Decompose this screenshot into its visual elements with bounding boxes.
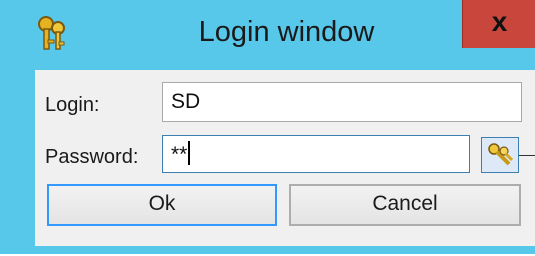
password-label: Password: bbox=[45, 146, 139, 168]
login-label: Login: bbox=[45, 94, 100, 116]
window-title: Login window bbox=[198, 16, 375, 48]
password-input[interactable]: ** bbox=[162, 135, 470, 173]
callout-line bbox=[519, 155, 535, 156]
login-input[interactable]: SD bbox=[162, 82, 522, 122]
login-window: Login window x Login: SD Password: ** Ok… bbox=[0, 0, 535, 254]
keys-icon bbox=[482, 143, 518, 176]
close-button[interactable]: x bbox=[462, 0, 535, 48]
text-caret bbox=[188, 141, 191, 165]
show-password-button[interactable] bbox=[481, 137, 519, 173]
login-input-value: SD bbox=[171, 90, 201, 113]
password-input-value: ** bbox=[171, 143, 188, 166]
login-form: Login: SD Password: ** Ok Cancel bbox=[35, 70, 535, 246]
close-icon: x bbox=[491, 6, 508, 37]
cancel-button[interactable]: Cancel bbox=[289, 184, 521, 226]
ok-button[interactable]: Ok bbox=[47, 184, 277, 226]
